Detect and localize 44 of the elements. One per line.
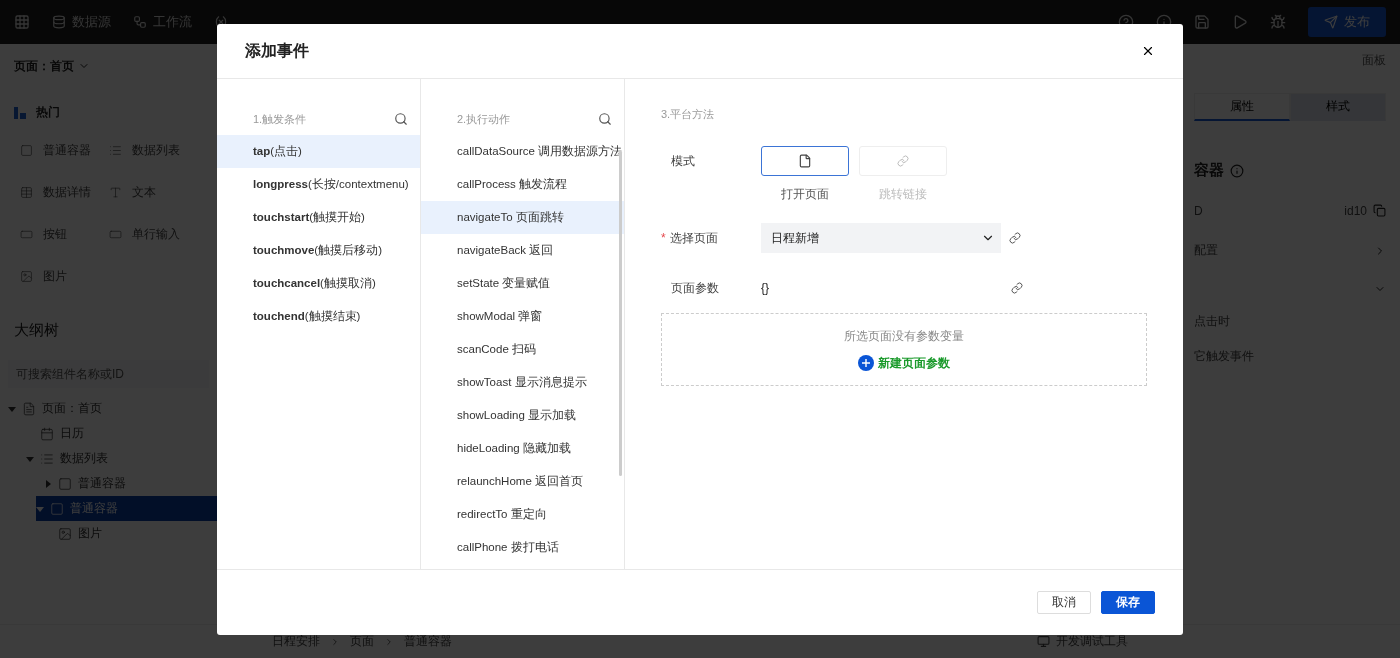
action-item[interactable]: relaunchHome 返回首页	[421, 465, 624, 498]
action-item[interactable]: setState 变量赋值	[421, 267, 624, 300]
action-item[interactable]: navigateTo 页面跳转	[421, 201, 624, 234]
trigger-item[interactable]: tap(点击)	[217, 135, 420, 168]
close-button[interactable]	[1141, 44, 1155, 58]
action-item[interactable]: showModal 弹窗	[421, 300, 624, 333]
field-label: 页面参数	[670, 279, 720, 297]
add-param-link[interactable]: 新建页面参数	[858, 354, 950, 372]
action-item[interactable]: showLoading 显示加载	[421, 399, 624, 432]
field-label: 选择页面	[669, 229, 718, 247]
mode-label: 打开页面	[781, 186, 829, 203]
link-icon[interactable]	[1009, 232, 1021, 244]
trigger-item[interactable]: touchmove(触摸后移动)	[217, 234, 420, 267]
action-item[interactable]: hideLoading 隐藏加载	[421, 432, 624, 465]
page-select[interactable]: 日程新增	[761, 223, 1001, 253]
required-mark: *	[661, 231, 666, 245]
empty-text: 所选页面没有参数变量	[844, 327, 964, 345]
field-label: 模式	[670, 152, 696, 170]
file-icon	[798, 154, 812, 168]
column-heading: 2.执行动作	[457, 111, 511, 127]
action-item[interactable]: showToast 显示消息提示	[421, 366, 624, 399]
mode-option[interactable]	[761, 146, 849, 176]
action-item[interactable]: callProcess 触发流程	[421, 168, 624, 201]
action-item[interactable]: callPhone 拨打电话	[421, 531, 624, 564]
link-icon	[897, 155, 909, 167]
column-heading: 3.平台方法	[661, 107, 716, 122]
action-item[interactable]: scanCode 扫码	[421, 333, 624, 366]
plus-icon	[858, 355, 874, 371]
params-value: {}	[761, 281, 769, 295]
action-item[interactable]: redirectTo 重定向	[421, 498, 624, 531]
dialog-title: 添加事件	[245, 40, 309, 61]
trigger-item[interactable]: touchcancel(触摸取消)	[217, 267, 420, 300]
save-button[interactable]: 保存	[1101, 591, 1155, 614]
cancel-button[interactable]: 取消	[1037, 591, 1091, 614]
trigger-item[interactable]: touchstart(触摸开始)	[217, 201, 420, 234]
search-icon[interactable]	[394, 112, 408, 126]
column-heading: 1.触发条件	[253, 111, 307, 127]
mode-label: 跳转链接	[879, 186, 927, 203]
link-icon[interactable]	[1011, 282, 1023, 294]
trigger-item[interactable]: touchend(触摸结束)	[217, 300, 420, 333]
scrollbar[interactable]	[619, 151, 622, 476]
action-item[interactable]: navigateBack 返回	[421, 234, 624, 267]
trigger-item[interactable]: longpress(长按/contextmenu)	[217, 168, 420, 201]
search-icon[interactable]	[598, 112, 612, 126]
